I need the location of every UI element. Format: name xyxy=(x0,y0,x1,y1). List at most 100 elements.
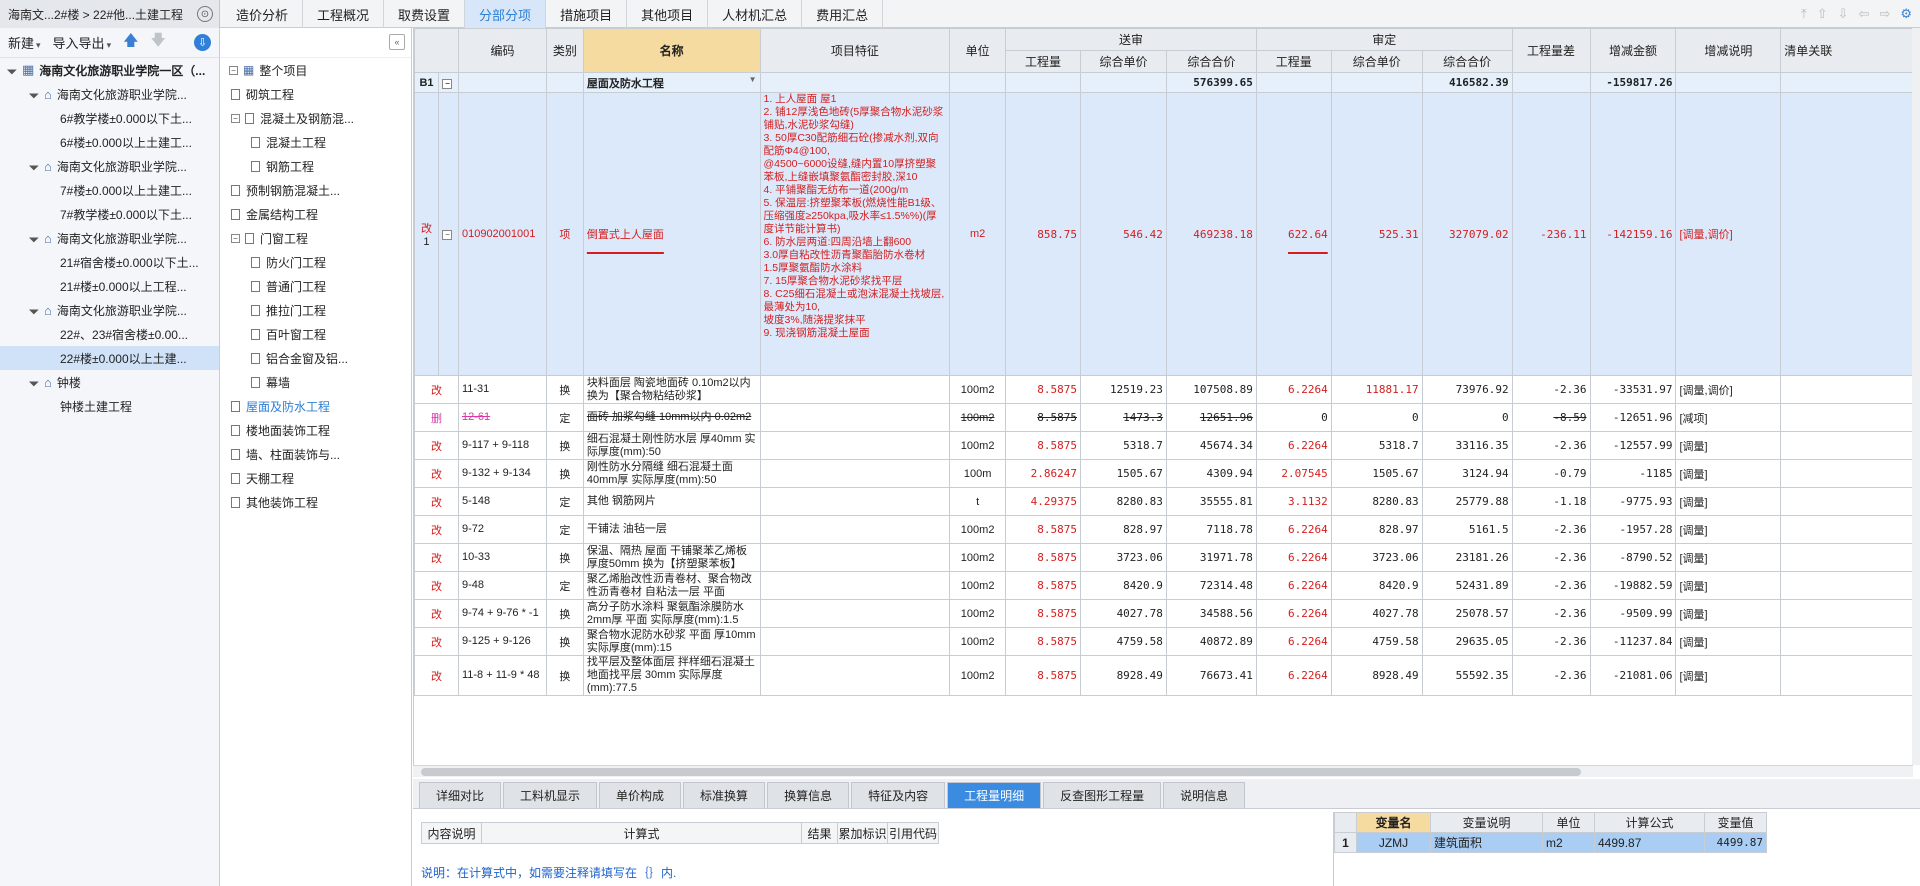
bottom-tab-2[interactable]: 单价构成 xyxy=(599,782,682,808)
norm-sent-qty[interactable]: 8.5875 xyxy=(1005,403,1082,432)
var-desc[interactable]: 建筑面积 xyxy=(1430,832,1543,853)
division-tree-item[interactable]: 推拉门工程 xyxy=(221,298,411,322)
norm-type[interactable]: 定 xyxy=(545,403,584,432)
item-app-price[interactable]: 525.31 xyxy=(1330,92,1423,376)
section-name[interactable]: 屋面及防水工程 ▼ xyxy=(582,72,761,93)
project-tree-item[interactable]: 6#教学楼±0.000以下土... xyxy=(0,106,219,130)
norm-feature[interactable] xyxy=(759,543,951,572)
norm-app-qty[interactable]: 6.2264 xyxy=(1255,431,1332,460)
norm-sent-price[interactable]: 1505.67 xyxy=(1080,459,1167,488)
norm-unit[interactable]: t xyxy=(949,487,1007,516)
header-sent-total[interactable]: 综合合价 xyxy=(1165,50,1257,73)
norm-app-price[interactable]: 8280.83 xyxy=(1330,487,1423,516)
item-sent-price[interactable]: 546.42 xyxy=(1080,92,1167,376)
norm-app-qty[interactable]: 6.2264 xyxy=(1255,627,1332,656)
norm-row[interactable]: 改 5-148 定其他 钢筋网片 t 4.29375 8280.83 35555.81 3.1… xyxy=(414,487,1913,516)
norm-sent-qty[interactable]: 8.5875 xyxy=(1005,431,1082,460)
norm-app-price[interactable]: 8420.9 xyxy=(1330,571,1423,600)
collapse-icon[interactable]: − xyxy=(231,233,240,243)
norm-sent-qty[interactable]: 8.5875 xyxy=(1005,571,1082,600)
norm-row[interactable]: 改 11-8 + 11-9 * 48 换找平层及整体面层 拌样细石混凝土地面找平层 … xyxy=(414,655,1913,696)
arrow-down-icon[interactable]: 🡇 xyxy=(151,30,166,55)
norm-row[interactable]: 改 9-132 + 9-134 换刚性防水分隔缝 细石混凝土面 40mm厚 实际厚度… xyxy=(414,459,1913,488)
division-tree-item[interactable]: 普通门工程 xyxy=(221,274,411,298)
dropdown-icon[interactable]: ▼ xyxy=(749,75,757,84)
norm-app-price[interactable]: 0 xyxy=(1330,403,1423,432)
norm-code[interactable]: 9-125 + 9-126 xyxy=(457,627,547,656)
norm-feature[interactable] xyxy=(759,627,951,656)
expand-icon[interactable]: ◢ xyxy=(28,159,43,174)
norm-code[interactable]: 9-72 xyxy=(457,515,547,544)
bottom-tab-6[interactable]: 工程量明细 xyxy=(947,782,1042,808)
norm-link[interactable] xyxy=(1780,487,1913,516)
vars-header-unit[interactable]: 单位 xyxy=(1542,812,1595,833)
norm-row[interactable]: 删 12-61 定面砖 加浆勾缝 10mm以内 0.02m2 100m2 8.5875 1… xyxy=(414,403,1913,432)
norm-unit[interactable]: 100m2 xyxy=(949,543,1007,572)
norm-link[interactable] xyxy=(1780,375,1913,404)
project-tree-item[interactable]: 6#楼±0.000以上土建工... xyxy=(0,130,219,154)
norm-type[interactable]: 换 xyxy=(545,543,584,572)
norm-feature[interactable] xyxy=(759,459,951,488)
bottom-tab-3[interactable]: 标准换算 xyxy=(683,782,766,808)
tab-3[interactable]: 分部分项 xyxy=(465,0,547,28)
division-tree-item[interactable]: 防火门工程 xyxy=(221,250,411,274)
norm-name[interactable]: 高分子防水涂料 聚氨酯涂膜防水 2mm厚 平面 实际厚度(mm):1.5 xyxy=(582,599,761,628)
norm-name[interactable]: 块料面层 陶瓷地面砖 0.10m2以内 换为【聚合物粘结砂浆】 xyxy=(582,375,761,404)
norm-sent-qty[interactable]: 8.5875 xyxy=(1005,543,1082,572)
norm-link[interactable] xyxy=(1780,403,1913,432)
norm-name[interactable]: 聚合物水泥防水砂浆 平面 厚10mm 实际厚度(mm):15 xyxy=(582,627,761,656)
calc-header-0[interactable]: 内容说明 xyxy=(422,823,482,843)
norm-app-qty[interactable]: 6.2264 xyxy=(1255,543,1332,572)
header-qty-diff[interactable]: 工程量差 xyxy=(1511,28,1591,73)
norm-link[interactable] xyxy=(1780,431,1913,460)
var-unit[interactable]: m2 xyxy=(1542,832,1595,853)
norm-code[interactable]: 11-31 xyxy=(457,375,547,404)
division-tree-item[interactable]: 幕墙 xyxy=(221,370,411,394)
calc-header-4[interactable]: 引用代码 xyxy=(888,823,938,843)
norm-sent-qty[interactable]: 8.5875 xyxy=(1005,627,1082,656)
norm-row[interactable]: 改 9-125 + 9-126 换聚合物水泥防水砂浆 平面 厚10mm 实际厚度(m… xyxy=(414,627,1913,656)
project-tree-item[interactable]: ◢ ⌂ 海南文化旅游职业学院... xyxy=(0,226,219,250)
project-tree-item[interactable]: 22#、23#宿舍楼±0.00... xyxy=(0,322,219,346)
move-up-icon[interactable]: ⇧ xyxy=(1817,6,1828,22)
norm-app-price[interactable]: 5318.7 xyxy=(1330,431,1423,460)
norm-app-qty[interactable]: 6.2264 xyxy=(1255,375,1332,404)
norm-app-qty[interactable]: 2.07545 xyxy=(1255,459,1332,488)
norm-app-qty[interactable]: 6.2264 xyxy=(1255,599,1332,628)
vars-header-formula[interactable]: 计算公式 xyxy=(1594,812,1705,833)
norm-sent-price[interactable]: 8928.49 xyxy=(1080,655,1167,696)
division-tree-item[interactable]: − 门窗工程 xyxy=(221,226,411,250)
item-toggle[interactable]: − xyxy=(437,92,459,376)
move-down-icon[interactable]: ⇩ xyxy=(1838,6,1849,22)
norm-sent-qty[interactable]: 8.5875 xyxy=(1005,515,1082,544)
norm-app-qty[interactable]: 6.2264 xyxy=(1255,571,1332,600)
norm-sent-qty[interactable]: 2.86247 xyxy=(1005,459,1082,488)
norm-link[interactable] xyxy=(1780,599,1913,628)
header-app-qty[interactable]: 工程量 xyxy=(1255,50,1332,73)
norm-unit[interactable]: 100m2 xyxy=(949,431,1007,460)
division-tree-item[interactable]: 预制钢筋混凝土... xyxy=(221,178,411,202)
norm-type[interactable]: 换 xyxy=(545,431,584,460)
scroll-thumb[interactable] xyxy=(421,768,1581,776)
project-tree-item[interactable]: 21#楼±0.000以上工程... xyxy=(0,274,219,298)
norm-unit[interactable]: 100m2 xyxy=(949,599,1007,628)
norm-code[interactable]: 5-148 xyxy=(457,487,547,516)
norm-app-price[interactable]: 4027.78 xyxy=(1330,599,1423,628)
project-tree-item[interactable]: 21#宿舍楼±0.000以下土... xyxy=(0,250,219,274)
bottom-tab-7[interactable]: 反查图形工程量 xyxy=(1043,782,1162,808)
tab-1[interactable]: 工程概况 xyxy=(303,0,385,28)
norm-sent-price[interactable]: 1473.3 xyxy=(1080,403,1167,432)
norm-code[interactable]: 11-8 + 11-9 * 48 xyxy=(457,655,547,696)
norm-feature[interactable] xyxy=(759,487,951,516)
variable-row[interactable]: 1 JZMJ 建筑面积 m2 4499.87 4499.87 xyxy=(1334,832,1767,853)
item-link[interactable] xyxy=(1780,92,1913,376)
collapse-icon[interactable]: − xyxy=(442,78,453,89)
norm-feature[interactable] xyxy=(759,375,951,404)
header-feature[interactable]: 项目特征 xyxy=(759,28,951,73)
norm-link[interactable] xyxy=(1780,459,1913,488)
norm-app-price[interactable]: 1505.67 xyxy=(1330,459,1423,488)
horizontal-scrollbar[interactable] xyxy=(413,765,1913,777)
expand-icon[interactable]: ◢ xyxy=(28,87,43,102)
norm-app-qty[interactable]: 0 xyxy=(1255,403,1332,432)
header-diff[interactable]: 增减金额 xyxy=(1589,28,1677,73)
